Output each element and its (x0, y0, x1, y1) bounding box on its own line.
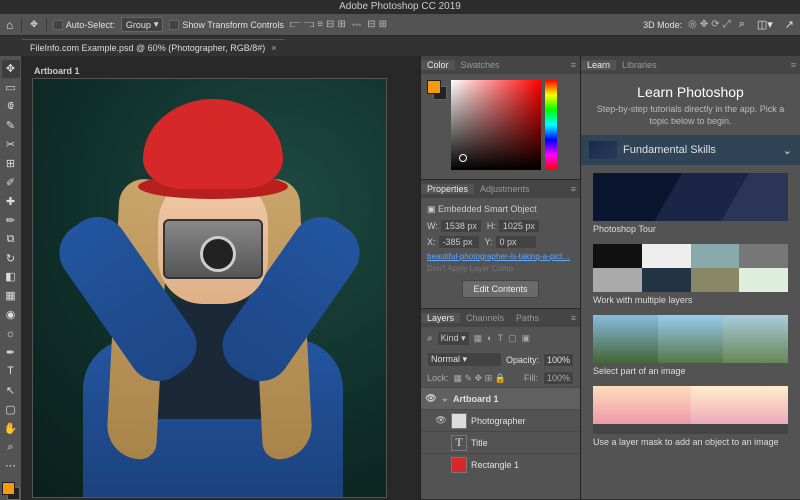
topic-dropdown[interactable]: Fundamental Skills ⌄ (581, 135, 800, 165)
share-icon[interactable]: ↗ (783, 16, 796, 33)
quick-select-tool[interactable]: ✎ (2, 117, 20, 135)
color-fg-bg-swatch[interactable] (427, 80, 447, 100)
document-tab-title: FileInfo.com Example.psd @ 60% (Photogra… (30, 43, 265, 53)
swatches-tab[interactable]: Swatches (455, 60, 506, 70)
layers-panel: Layers Channels Paths ≡ ⌕ Kind ▾ ▦◐T▢▣ N… (421, 309, 580, 500)
history-brush-tool[interactable]: ↻ (2, 249, 20, 267)
foreground-background-swatch[interactable] (2, 482, 20, 500)
canvas[interactable] (32, 78, 387, 498)
frame-tool[interactable]: ⊞ (2, 155, 20, 173)
color-panel: Color Swatches ≡ (421, 56, 580, 180)
zoom-tool[interactable]: ⌕ (2, 438, 20, 456)
y-field[interactable]: 0 px (496, 236, 536, 248)
learn-panel: Learn Libraries ≡ Learn Photoshop Step-b… (581, 56, 800, 500)
align-icons[interactable]: ⫍⫎≡⊟⊞ (290, 19, 346, 30)
document-tab[interactable]: FileInfo.com Example.psd @ 60% (Photogra… (22, 39, 285, 56)
visibility-icon[interactable]: 👁 (425, 393, 437, 404)
move-tool-icon[interactable]: ✥ (28, 17, 40, 32)
layer-row[interactable]: Rectangle 1 (421, 453, 580, 475)
libraries-tab[interactable]: Libraries (616, 60, 663, 70)
hand-tool[interactable]: ✋ (2, 419, 20, 437)
color-tab[interactable]: Color (421, 60, 455, 70)
filter-kind-dropdown[interactable]: Kind ▾ (437, 331, 470, 346)
tools-panel: ✥ ▭ ⟃ ✎ ✂ ⊞ ✐ ✚ ✏ ⧉ ↻ ◧ ▦ ◉ ☼ ✒ T ↖ ▢ ✋ … (0, 56, 22, 500)
lesson-card[interactable]: Use a layer mask to add an object to an … (593, 386, 788, 447)
distribute-icons[interactable]: ⊟⊞ (367, 19, 387, 30)
eraser-tool[interactable]: ◧ (2, 268, 20, 286)
layer-artboard[interactable]: 👁 ⌄ Artboard 1 (421, 387, 580, 409)
search-icon[interactable]: ⌕ (737, 16, 747, 33)
lesson-card[interactable]: Work with multiple layers (593, 244, 788, 305)
pen-tool[interactable]: ✒ (2, 344, 20, 362)
document-tab-bar: FileInfo.com Example.psd @ 60% (Photogra… (0, 36, 800, 56)
move-tool[interactable]: ✥ (2, 60, 20, 78)
layer-thumb (451, 457, 467, 473)
paths-tab[interactable]: Paths (510, 313, 545, 323)
learn-heading: Learn Photoshop (593, 84, 788, 100)
layer-row[interactable]: 👁 Photographer (421, 409, 580, 431)
panel-menu-icon[interactable]: ≡ (567, 60, 580, 70)
path-tool[interactable]: ↖ (2, 381, 20, 399)
close-tab-icon[interactable]: × (271, 43, 276, 53)
dodge-tool[interactable]: ☼ (2, 325, 20, 343)
layers-tab[interactable]: Layers (421, 313, 460, 323)
hue-strip[interactable] (545, 80, 557, 170)
eyedropper-tool[interactable]: ✐ (2, 173, 20, 191)
shape-tool[interactable]: ▢ (2, 400, 20, 418)
properties-panel: Properties Adjustments ≡ ▣ Embedded Smar… (421, 180, 580, 309)
layer-thumb (451, 413, 467, 429)
learn-tab[interactable]: Learn (581, 60, 616, 70)
linked-file[interactable]: beautiful-photographer-is-taking-a-pict… (427, 252, 574, 261)
crop-tool[interactable]: ✂ (2, 136, 20, 154)
lesson-card[interactable]: Select part of an image (593, 315, 788, 376)
chevron-down-icon: ⌄ (783, 144, 792, 157)
marquee-tool[interactable]: ▭ (2, 79, 20, 97)
lasso-tool[interactable]: ⟃ (2, 98, 20, 116)
mode-3d-label: 3D Mode: (643, 20, 682, 30)
panel-menu-icon[interactable]: ≡ (567, 313, 580, 323)
x-field[interactable]: -385 px (439, 236, 479, 248)
healing-tool[interactable]: ✚ (2, 192, 20, 210)
auto-select-checkbox[interactable]: Auto-Select: (53, 20, 115, 30)
auto-select-target-dropdown[interactable]: Group▾ (121, 17, 164, 32)
width-field[interactable]: 1538 px (441, 220, 481, 232)
fill-field[interactable]: 100% (543, 371, 574, 385)
artboard-label[interactable]: Artboard 1 (34, 66, 410, 76)
workspace-icon[interactable]: ◫▾ (755, 16, 775, 33)
opacity-field[interactable]: 100% (543, 353, 574, 367)
mode-3d-icons[interactable]: ◎✥⟳⤢ (688, 19, 731, 30)
layer-row[interactable]: T Title (421, 431, 580, 453)
edit-contents-button[interactable]: Edit Contents (462, 280, 538, 298)
adjustments-tab[interactable]: Adjustments (474, 184, 536, 194)
brush-tool[interactable]: ✏ (2, 211, 20, 229)
layer-filter-icons[interactable]: ▦◐T▢▣ (474, 333, 530, 344)
clone-tool[interactable]: ⧉ (2, 230, 20, 248)
gradient-tool[interactable]: ▦ (2, 287, 20, 305)
properties-tab[interactable]: Properties (421, 184, 474, 194)
home-icon[interactable]: ⌂ (4, 16, 15, 34)
height-field[interactable]: 1025 px (499, 220, 539, 232)
panel-menu-icon[interactable]: ≡ (787, 60, 800, 70)
blend-mode-dropdown[interactable]: Normal ▾ (427, 352, 502, 367)
edit-toolbar[interactable]: ⋯ (2, 457, 20, 475)
learn-subheading: Step-by-step tutorials directly in the a… (593, 104, 788, 127)
channels-tab[interactable]: Channels (460, 313, 510, 323)
lock-icons[interactable]: ▦ ✎ ✥ ⊞ 🔒 (454, 373, 506, 384)
visibility-icon[interactable]: 👁 (435, 415, 447, 426)
layer-comp-dropdown[interactable]: Don't Apply Layer Comp (427, 261, 574, 276)
show-transform-checkbox[interactable]: Show Transform Controls (169, 20, 284, 30)
canvas-area[interactable]: Artboard 1 (22, 56, 420, 500)
blur-tool[interactable]: ◉ (2, 306, 20, 324)
layer-thumb: T (451, 435, 467, 451)
type-tool[interactable]: T (2, 363, 20, 381)
expand-icon[interactable]: ⌄ (441, 393, 449, 404)
panel-menu-icon[interactable]: ≡ (567, 184, 580, 194)
options-bar: ⌂ ✥ Auto-Select: Group▾ Show Transform C… (0, 14, 800, 36)
color-field[interactable] (451, 80, 541, 170)
object-kind: Embedded Smart Object (438, 204, 537, 214)
lesson-card[interactable]: Photoshop Tour (593, 173, 788, 234)
title-bar: Adobe Photoshop CC 2019 (0, 0, 800, 14)
